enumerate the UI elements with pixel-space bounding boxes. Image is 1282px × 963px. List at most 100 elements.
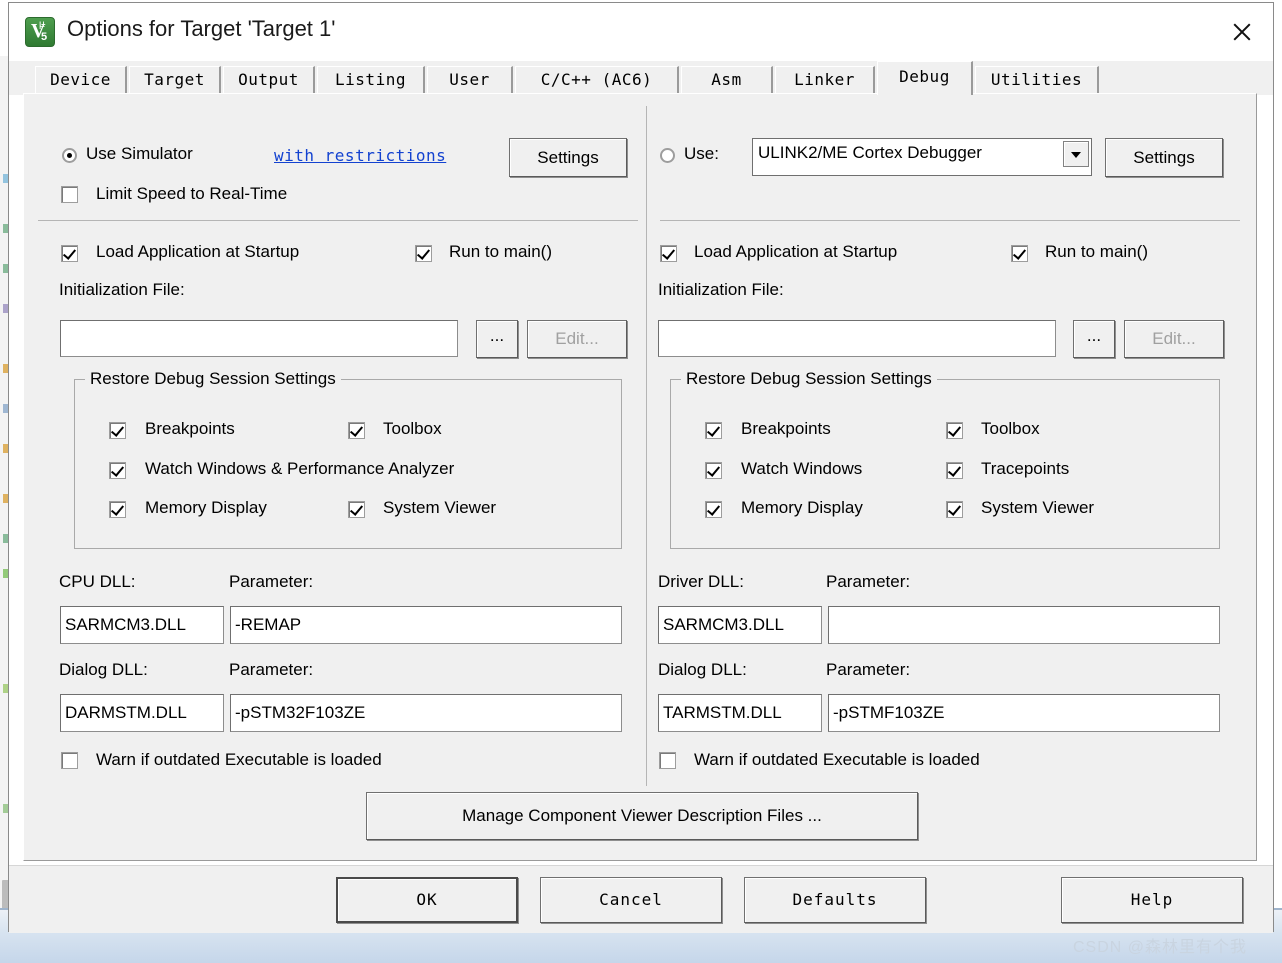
sim-init-file-label: Initialization File: bbox=[59, 280, 185, 299]
icon-letter-mu: µ bbox=[39, 19, 45, 30]
tab-bar: Device Target Output Listing User C/C++ … bbox=[9, 61, 1273, 95]
chevron-down-icon[interactable] bbox=[1063, 141, 1089, 167]
options-dialog: V µ 5 Options for Target 'Target 1' Devi… bbox=[8, 2, 1274, 933]
hw-warn-outdated-checkbox[interactable] bbox=[659, 752, 676, 769]
sim-dialog-parameter-label: Parameter: bbox=[229, 660, 314, 679]
tab-c-cpp[interactable]: C/C++ (AC6) bbox=[515, 66, 679, 94]
hw-run-to-main-label: Run to main() bbox=[1045, 242, 1148, 261]
hw-dialog-parameter-input[interactable]: -pSTMF103ZE bbox=[828, 694, 1220, 732]
hw-dialog-dll-label: Dialog DLL: bbox=[658, 660, 747, 679]
hw-memory-display-label: Memory Display bbox=[741, 498, 863, 517]
cpu-parameter-label: Parameter: bbox=[229, 572, 314, 591]
driver-parameter-input[interactable] bbox=[828, 606, 1220, 644]
with-restrictions-link[interactable]: with restrictions bbox=[274, 146, 446, 165]
hw-restore-session-title: Restore Debug Session Settings bbox=[681, 369, 937, 389]
hw-tracepoints-label: Tracepoints bbox=[981, 459, 1070, 478]
hw-load-application-label: Load Application at Startup bbox=[694, 242, 898, 261]
debugger-select-value: ULINK2/ME Cortex Debugger bbox=[758, 143, 982, 162]
use-debugger-label: Use: bbox=[684, 144, 719, 163]
tab-debug[interactable]: Debug bbox=[877, 61, 973, 95]
tab-user[interactable]: User bbox=[427, 66, 513, 94]
driver-dll-label: Driver DLL: bbox=[658, 572, 744, 591]
help-button[interactable]: Help bbox=[1061, 877, 1243, 923]
sim-dialog-dll-input[interactable]: DARMSTM.DLL bbox=[60, 694, 224, 732]
hw-restore-session-group: Restore Debug Session Settings Breakpoin… bbox=[670, 369, 1220, 549]
cancel-button[interactable]: Cancel bbox=[540, 877, 722, 923]
hw-warn-outdated-label: Warn if outdated Executable is loaded bbox=[694, 750, 980, 769]
tab-utilities[interactable]: Utilities bbox=[975, 66, 1099, 94]
tab-output[interactable]: Output bbox=[223, 66, 315, 94]
close-icon[interactable] bbox=[1211, 3, 1273, 60]
hw-breakpoints-label: Breakpoints bbox=[741, 419, 831, 438]
debugger-select[interactable]: ULINK2/ME Cortex Debugger bbox=[752, 138, 1092, 176]
cpu-parameter-input[interactable]: -REMAP bbox=[230, 606, 622, 644]
tab-asm[interactable]: Asm bbox=[681, 66, 773, 94]
panel-divider bbox=[646, 106, 647, 786]
simulator-settings-button[interactable]: Settings bbox=[509, 138, 627, 177]
hw-watch-windows-label: Watch Windows bbox=[741, 459, 863, 478]
sim-watch-windows-checkbox[interactable] bbox=[109, 462, 126, 479]
sim-run-to-main-checkbox[interactable] bbox=[415, 245, 432, 262]
cpu-dll-label: CPU DLL: bbox=[59, 572, 136, 591]
sim-memory-display-label: Memory Display bbox=[145, 498, 267, 517]
hw-breakpoints-checkbox[interactable] bbox=[705, 422, 722, 439]
csdn-watermark: CSDN @森林里有个我 bbox=[1073, 939, 1248, 956]
dialog-footer: OK Cancel Defaults Help bbox=[9, 865, 1273, 933]
sim-memory-display-checkbox[interactable] bbox=[109, 501, 126, 518]
hw-edit-button: Edit... bbox=[1124, 320, 1224, 358]
sim-breakpoints-checkbox[interactable] bbox=[109, 422, 126, 439]
hw-watch-windows-checkbox[interactable] bbox=[705, 462, 722, 479]
limit-speed-checkbox[interactable] bbox=[61, 186, 78, 203]
sim-watch-windows-label: Watch Windows & Performance Analyzer bbox=[145, 459, 455, 478]
icon-digit-5: 5 bbox=[41, 31, 48, 43]
use-debugger-radio[interactable] bbox=[660, 148, 675, 163]
sim-system-viewer-label: System Viewer bbox=[383, 498, 497, 517]
debugger-settings-button[interactable]: Settings bbox=[1105, 138, 1223, 177]
hw-tracepoints-checkbox[interactable] bbox=[946, 462, 963, 479]
dialog-titlebar: V µ 5 Options for Target 'Target 1' bbox=[9, 3, 1273, 62]
driver-parameter-label: Parameter: bbox=[826, 572, 911, 591]
sim-toolbox-label: Toolbox bbox=[383, 419, 442, 438]
hw-load-application-checkbox[interactable] bbox=[660, 245, 677, 262]
cpu-dll-input[interactable]: SARMCM3.DLL bbox=[60, 606, 224, 644]
hw-system-viewer-checkbox[interactable] bbox=[946, 501, 963, 518]
hw-init-file-input[interactable] bbox=[658, 320, 1056, 357]
tab-linker[interactable]: Linker bbox=[775, 66, 875, 94]
tab-target[interactable]: Target bbox=[129, 66, 221, 94]
sim-toolbox-checkbox[interactable] bbox=[348, 422, 365, 439]
sim-load-application-checkbox[interactable] bbox=[61, 245, 78, 262]
hw-toolbox-checkbox[interactable] bbox=[946, 422, 963, 439]
ok-button[interactable]: OK bbox=[336, 877, 518, 923]
sim-restore-session-title: Restore Debug Session Settings bbox=[85, 369, 341, 389]
hw-run-to-main-checkbox[interactable] bbox=[1011, 245, 1028, 262]
sim-browse-button[interactable]: ... bbox=[476, 320, 518, 358]
sim-warn-outdated-label: Warn if outdated Executable is loaded bbox=[96, 750, 382, 769]
sim-system-viewer-checkbox[interactable] bbox=[348, 501, 365, 518]
hw-dialog-dll-input[interactable]: TARMSTM.DLL bbox=[658, 694, 822, 732]
hw-memory-display-checkbox[interactable] bbox=[705, 501, 722, 518]
hw-system-viewer-label: System Viewer bbox=[981, 498, 1095, 517]
defaults-button[interactable]: Defaults bbox=[744, 877, 926, 923]
hw-browse-button[interactable]: ... bbox=[1073, 320, 1115, 358]
manage-component-viewer-button[interactable]: Manage Component Viewer Description File… bbox=[366, 792, 918, 840]
sim-edit-button: Edit... bbox=[527, 320, 627, 358]
limit-speed-label: Limit Speed to Real-Time bbox=[96, 184, 288, 203]
hardware-section-divider bbox=[660, 220, 1240, 221]
keil-uvision5-icon: V µ 5 bbox=[25, 17, 55, 47]
use-simulator-radio[interactable] bbox=[62, 148, 77, 163]
tab-device[interactable]: Device bbox=[35, 66, 127, 94]
sim-dialog-parameter-input[interactable]: -pSTM32F103ZE bbox=[230, 694, 622, 732]
sim-dialog-dll-label: Dialog DLL: bbox=[59, 660, 148, 679]
debug-tab-page: Use Simulator with restrictions Settings… bbox=[23, 93, 1257, 861]
sim-load-application-label: Load Application at Startup bbox=[96, 242, 300, 261]
use-simulator-label: Use Simulator bbox=[86, 144, 193, 163]
driver-dll-input[interactable]: SARMCM3.DLL bbox=[658, 606, 822, 644]
hw-init-file-label: Initialization File: bbox=[658, 280, 784, 299]
sim-breakpoints-label: Breakpoints bbox=[145, 419, 235, 438]
simulator-section-divider bbox=[38, 220, 638, 221]
dialog-title: Options for Target 'Target 1' bbox=[67, 16, 336, 41]
sim-warn-outdated-checkbox[interactable] bbox=[61, 752, 78, 769]
tab-listing[interactable]: Listing bbox=[317, 66, 425, 94]
sim-init-file-input[interactable] bbox=[60, 320, 458, 357]
hw-dialog-parameter-label: Parameter: bbox=[826, 660, 911, 679]
